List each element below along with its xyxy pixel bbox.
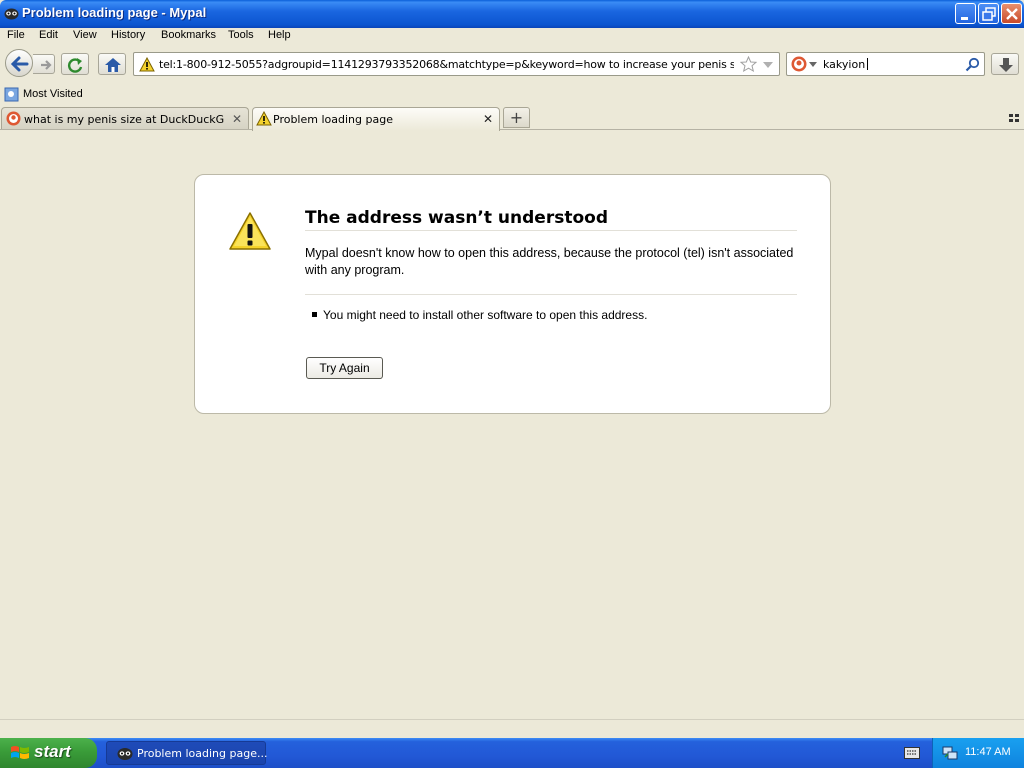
error-hint: You might need to install other software… [323, 308, 648, 322]
keyboard-icon[interactable] [904, 747, 920, 759]
close-button[interactable] [1001, 3, 1022, 24]
list-all-tabs-icon[interactable] [1009, 114, 1019, 122]
bookmark-star-icon[interactable] [740, 56, 757, 73]
bookmarks-toolbar: Most Visited [0, 84, 1024, 106]
menu-bar: File Edit View History Bookmarks Tools H… [0, 28, 1024, 46]
window-titlebar[interactable]: Problem loading page - Mypal [0, 0, 1024, 28]
restore-button[interactable] [978, 3, 999, 24]
start-button[interactable]: start [0, 738, 97, 768]
error-description: Mypal doesn't know how to open this addr… [305, 246, 794, 277]
tab-close-icon[interactable]: ✕ [483, 112, 493, 126]
menu-edit[interactable]: Edit [39, 29, 58, 41]
windows-logo-icon [11, 746, 29, 759]
home-icon [105, 58, 121, 72]
bullet-icon [312, 312, 317, 317]
menu-tools[interactable]: Tools [228, 29, 254, 41]
warning-icon [139, 57, 155, 72]
menu-help[interactable]: Help [268, 29, 291, 41]
navigation-toolbar: tel:1-800-912-5055?adgroupid=11412937933… [0, 46, 1024, 84]
downloads-button[interactable] [991, 53, 1019, 75]
forward-button[interactable] [33, 54, 55, 74]
close-icon [1006, 8, 1018, 20]
download-arrow-icon [999, 58, 1013, 72]
new-tab-button[interactable]: + [503, 107, 530, 128]
try-again-button[interactable]: Try Again [306, 357, 383, 379]
reload-icon [68, 58, 83, 73]
mypal-app-icon [117, 748, 133, 760]
engine-dropdown-icon[interactable] [809, 62, 817, 68]
minimize-button[interactable] [955, 3, 976, 24]
tab-duckduckgo[interactable]: what is my penis size at DuckDuckGo ✕ [1, 107, 249, 129]
url-bar[interactable]: tel:1-800-912-5055?adgroupid=11412937933… [133, 52, 780, 76]
menu-file[interactable]: File [7, 29, 25, 41]
menu-bookmarks[interactable]: Bookmarks [161, 29, 216, 41]
duckduckgo-icon [6, 111, 21, 126]
system-tray: 11:47 AM [932, 738, 1024, 768]
warning-icon-large [229, 212, 271, 250]
page-content: The address wasn’t understood Mypal does… [0, 131, 1024, 719]
most-visited-bookmark[interactable]: Most Visited [23, 88, 83, 100]
taskbar-item-mypal[interactable]: Problem loading page... [106, 741, 268, 765]
title-divider [305, 230, 797, 231]
warning-icon [256, 111, 272, 126]
tab-label: Problem loading page [273, 113, 393, 126]
taskbar-item-label: Problem loading page... [137, 747, 268, 760]
reload-button[interactable] [61, 53, 89, 75]
mypal-app-icon [4, 8, 19, 20]
url-dropdown-icon[interactable] [762, 61, 774, 69]
error-title: The address wasn’t understood [305, 208, 608, 228]
menu-history[interactable]: History [111, 29, 145, 41]
status-bar [0, 719, 1024, 738]
search-bar[interactable]: kakyion [786, 52, 985, 76]
forward-arrow-icon [41, 60, 52, 70]
home-button[interactable] [98, 53, 126, 75]
tab-close-icon[interactable]: ✕ [232, 112, 242, 126]
tab-problem-loading[interactable]: Problem loading page ✕ [252, 107, 500, 131]
error-dialog: The address wasn’t understood Mypal does… [194, 174, 831, 414]
restore-icon [982, 7, 996, 21]
back-button[interactable] [5, 49, 33, 77]
tab-strip: what is my penis size at DuckDuckGo ✕ Pr… [0, 106, 1024, 131]
back-arrow-icon [10, 56, 29, 72]
url-text: tel:1-800-912-5055?adgroupid=11412937933… [159, 58, 734, 71]
plus-icon: + [509, 108, 524, 127]
start-label: start [34, 742, 71, 761]
network-icon[interactable] [942, 745, 958, 761]
section-divider [305, 294, 797, 295]
window-title: Problem loading page - Mypal [22, 5, 207, 20]
clock: 11:47 AM [965, 746, 1011, 758]
most-visited-icon [4, 87, 19, 102]
minimize-icon [961, 17, 968, 20]
search-input-value: kakyion [823, 58, 869, 71]
search-icon[interactable] [965, 57, 980, 72]
duckduckgo-icon [791, 56, 807, 72]
menu-view[interactable]: View [73, 29, 97, 41]
taskbar: start Problem loading page... 11:47 AM [0, 738, 1024, 768]
tab-label: what is my penis size at DuckDuckGo [24, 113, 224, 126]
